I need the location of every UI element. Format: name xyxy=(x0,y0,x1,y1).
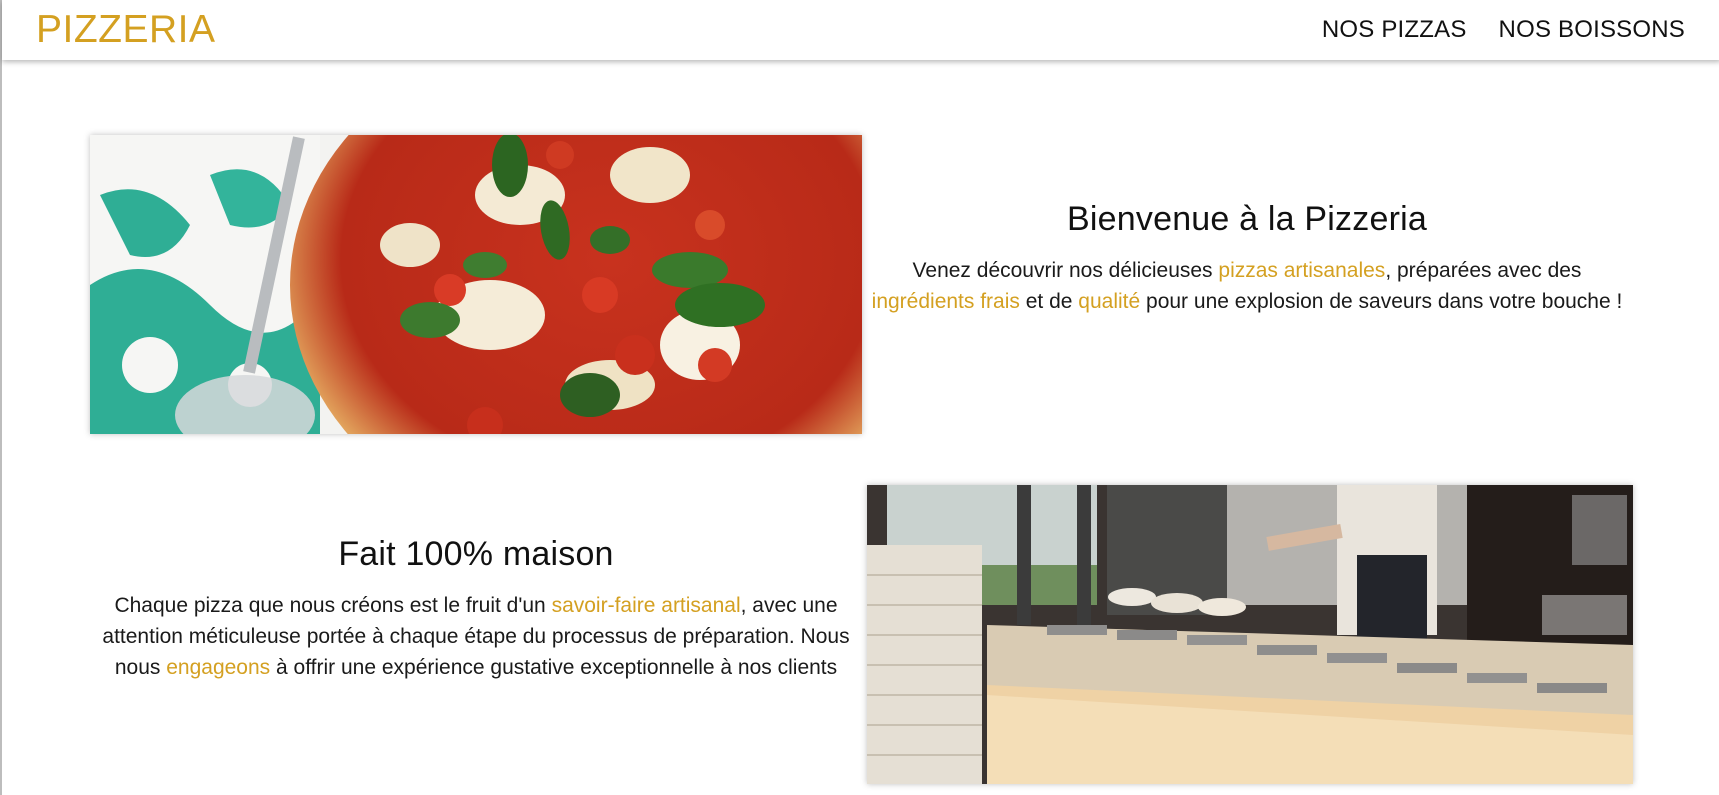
nav-menu: NOS PIZZAS NOS BOISSONS xyxy=(1322,0,1685,60)
highlight-qualite: qualité xyxy=(1078,290,1141,313)
welcome-text-part: et de xyxy=(1019,290,1079,313)
homemade-section: Fait 100% maison Chaque pizza que nous c… xyxy=(90,535,862,683)
welcome-title: Bienvenue à la Pizzeria xyxy=(1067,200,1427,238)
highlight-pizzas-artisanales: pizzas artisanales xyxy=(1218,259,1386,282)
homemade-text: Chaque pizza que nous créons est le frui… xyxy=(90,590,862,683)
page: PIZZERIA NOS PIZZAS NOS BOISSONS Bienven… xyxy=(0,0,1719,795)
welcome-text-part: pour une explosion de saveurs dans votre… xyxy=(1140,290,1623,313)
nav-link-pizzas[interactable]: NOS PIZZAS xyxy=(1322,16,1467,44)
homemade-title: Fait 100% maison xyxy=(338,535,614,573)
highlight-ingredients-frais: ingrédients frais xyxy=(871,290,1020,313)
homemade-text-part: Chaque pizza que nous créons est le frui… xyxy=(114,594,552,617)
homemade-text-part: à offrir une expérience gustative except… xyxy=(270,656,838,679)
welcome-section: Bienvenue à la Pizzeria Venez découvrir … xyxy=(867,200,1627,317)
pizza-margherita-photo xyxy=(90,135,862,434)
nav-link-boissons[interactable]: NOS BOISSONS xyxy=(1499,16,1685,44)
brand-logo-link[interactable]: PIZZERIA xyxy=(36,6,216,54)
highlight-savoir-faire: savoir-faire artisanal xyxy=(551,594,741,617)
pizzeria-kitchen-photo xyxy=(867,485,1633,784)
welcome-text: Venez découvrir nos délicieuses pizzas a… xyxy=(867,255,1627,317)
welcome-text-part: , préparées avec des xyxy=(1385,259,1582,282)
welcome-text-part: Venez découvrir nos délicieuses xyxy=(912,259,1219,282)
navbar: PIZZERIA NOS PIZZAS NOS BOISSONS xyxy=(2,0,1719,60)
highlight-engageons: engageons xyxy=(166,656,271,679)
